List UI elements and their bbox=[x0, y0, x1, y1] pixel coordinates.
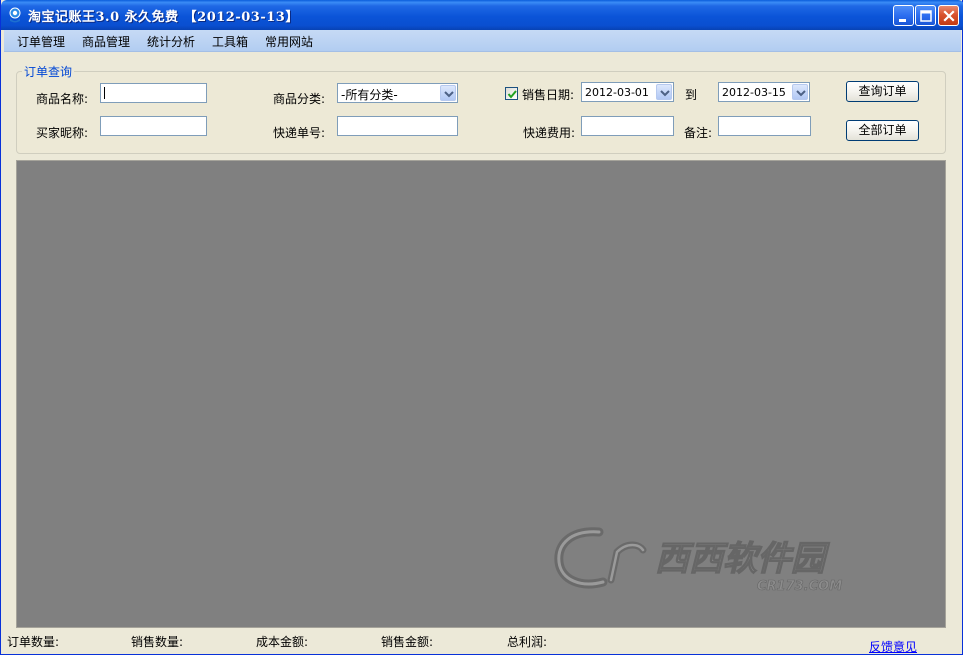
chevron-down-icon[interactable] bbox=[656, 84, 672, 100]
remark-label: 备注: bbox=[684, 126, 713, 140]
menu-bar: 订单管理 商品管理 统计分析 工具箱 常用网站 bbox=[4, 30, 961, 52]
remark-input[interactable] bbox=[718, 116, 811, 136]
tracking-number-input[interactable] bbox=[337, 116, 458, 136]
sale-date-label: 销售日期: bbox=[522, 88, 575, 102]
category-select[interactable]: -所有分类- bbox=[337, 83, 458, 103]
checkmark-icon bbox=[507, 90, 517, 99]
shipping-fee-label: 快递费用: bbox=[523, 126, 576, 140]
status-order-count: 订单数量: bbox=[7, 635, 60, 649]
watermark-domain: CR173.COM bbox=[757, 579, 842, 594]
minimize-icon bbox=[899, 19, 906, 22]
status-sales-amount: 销售金额: bbox=[381, 635, 434, 649]
feedback-link[interactable]: 反馈意见 bbox=[869, 638, 917, 655]
chevron-down-icon[interactable] bbox=[440, 85, 456, 101]
tracking-number-label: 快递单号: bbox=[273, 126, 326, 140]
date-from-picker[interactable]: 2012-03-01 bbox=[581, 82, 674, 102]
product-name-label: 商品名称: bbox=[36, 92, 89, 106]
maximize-icon bbox=[920, 10, 932, 22]
text-caret bbox=[104, 87, 105, 99]
shipping-fee-input[interactable] bbox=[581, 116, 674, 136]
date-to-label: 到 bbox=[685, 88, 698, 102]
chevron-down-icon[interactable] bbox=[792, 84, 808, 100]
all-orders-button[interactable]: 全部订单 bbox=[846, 120, 919, 141]
maximize-button[interactable] bbox=[915, 5, 936, 26]
date-from-value: 2012-03-01 bbox=[585, 86, 649, 99]
orders-grid[interactable]: 西西软件园 CR173.COM bbox=[16, 160, 946, 628]
close-icon bbox=[943, 10, 955, 22]
app-window: 淘宝记账王3.0 永久免费 【2012-03-13】 订单管理 商品管理 统计分… bbox=[0, 0, 963, 655]
menu-order-management[interactable]: 订单管理 bbox=[17, 33, 65, 50]
minimize-button[interactable] bbox=[893, 5, 914, 26]
menu-statistics[interactable]: 统计分析 bbox=[147, 33, 195, 50]
category-label: 商品分类: bbox=[273, 92, 326, 106]
menu-product-management[interactable]: 商品管理 bbox=[82, 33, 130, 50]
status-total-profit: 总利润: bbox=[507, 635, 548, 649]
close-button[interactable] bbox=[938, 5, 959, 26]
sale-date-checkbox[interactable] bbox=[505, 87, 518, 100]
buyer-nickname-input[interactable] bbox=[100, 116, 207, 136]
title-bar[interactable]: 淘宝记账王3.0 永久免费 【2012-03-13】 bbox=[1, 0, 963, 30]
date-to-picker[interactable]: 2012-03-15 bbox=[718, 82, 810, 102]
category-value: -所有分类- bbox=[341, 88, 398, 102]
watermark-logo: 西西软件园 CR173.COM bbox=[554, 527, 843, 594]
status-sales-quantity: 销售数量: bbox=[131, 635, 184, 649]
menu-common-sites[interactable]: 常用网站 bbox=[265, 33, 313, 50]
status-cost-amount: 成本金额: bbox=[256, 635, 309, 649]
group-title: 订单查询 bbox=[22, 63, 75, 80]
status-bar: 订单数量: 销售数量: 成本金额: 销售金额: 总利润: 反馈意见 bbox=[4, 630, 961, 654]
date-to-value: 2012-03-15 bbox=[722, 86, 786, 99]
query-orders-button[interactable]: 查询订单 bbox=[846, 81, 919, 102]
product-name-input[interactable] bbox=[100, 83, 207, 103]
menu-toolbox[interactable]: 工具箱 bbox=[212, 33, 248, 50]
window-title: 淘宝记账王3.0 永久免费 【2012-03-13】 bbox=[28, 10, 299, 25]
watermark-brand: 西西软件园 bbox=[655, 539, 830, 579]
app-icon[interactable] bbox=[7, 7, 23, 23]
buyer-nickname-label: 买家昵称: bbox=[36, 126, 89, 140]
